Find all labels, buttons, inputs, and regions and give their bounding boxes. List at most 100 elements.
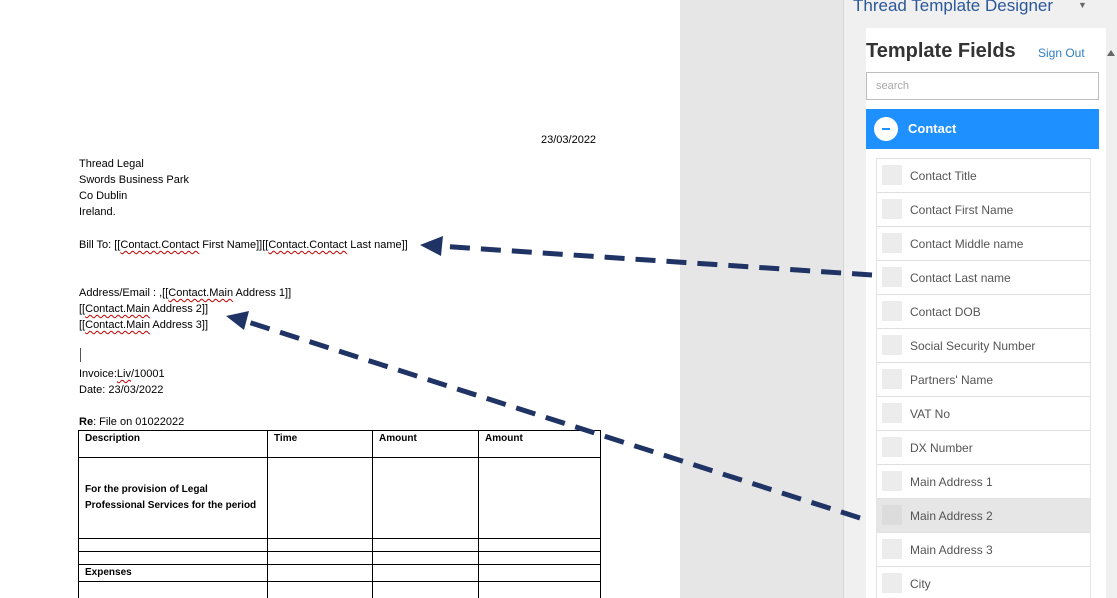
re-line: Re: File on 01022022 [79,414,184,430]
table-cell [478,564,601,582]
table-cell [372,581,479,598]
field-item-city[interactable]: City [877,566,1090,598]
field-drag-handle[interactable] [882,437,902,457]
sender-address-line-4: Ireland. [79,206,116,218]
template-fields-heading: Template Fields [866,40,1016,62]
table-cell [372,551,479,565]
field-drag-handle[interactable] [882,539,902,559]
address-line-1-token: Contact.Main [168,287,234,299]
field-label: DX Number [910,441,973,455]
contact-token-first: Contact.Contact [120,239,200,251]
re-label: Re [79,416,94,428]
bill-to-prefix: Bill To: [[ [79,239,121,251]
field-item-main-address-2[interactable]: Main Address 2 [877,498,1090,532]
table-row [78,581,601,598]
field-drag-handle[interactable] [882,505,902,525]
address-line-3-token: Contact.Main [85,319,150,331]
table-cell [78,581,268,598]
field-label: City [910,577,931,591]
table-cell [478,551,601,565]
invoice-suffix: /10001 [130,368,165,380]
document-page[interactable]: 23/03/2022 Thread Legal Swords Business … [0,0,680,598]
re-text: : File on 01022022 [93,416,185,428]
text-cursor [80,348,81,362]
address-line-3: [[Contact.Main Address 3]] [79,317,208,333]
panel-title: Thread Template Designer [853,0,1054,15]
address-line-3-suffix: Address 3]] [149,319,209,331]
field-item-social-security-number[interactable]: Social Security Number [877,328,1090,362]
field-item-vat-no[interactable]: VAT No [877,396,1090,430]
contact-group-header[interactable]: Contact [866,109,1099,149]
contact-group-label: Contact [908,121,957,136]
invoice-token: Liv [116,368,131,380]
table-cell-expenses: Expenses [78,564,268,582]
address-line-2: [[Contact.Main Address 2]] [79,301,208,317]
field-item-contact-first-name[interactable]: Contact First Name [877,192,1090,226]
field-drag-handle[interactable] [882,301,902,321]
field-drag-handle[interactable] [882,403,902,423]
table-header-cell: Description [78,430,268,458]
address-line-1: Address/Email : ,[[Contact.Main Address … [79,285,291,301]
chevron-down-icon[interactable]: ▼ [1078,0,1087,10]
minus-circle-icon[interactable] [874,117,898,141]
sender-address-line-3: Co Dublin [79,190,128,202]
panel-scrollbar[interactable] [1106,28,1114,598]
field-item-main-address-3[interactable]: Main Address 3 [877,532,1090,566]
table-cell [478,581,601,598]
bill-to-line: Bill To: [[Contact.Contact First Name]][… [79,237,408,253]
table-header-cell: Time [267,430,373,458]
table-cell [267,564,373,582]
table-cell [78,538,268,552]
document-gutter [680,0,843,598]
address-line-2-suffix: Address 2]] [149,303,209,315]
table-header-row: Description Time Amount Amount [78,430,601,458]
field-drag-handle[interactable] [882,267,902,287]
table-row [78,538,601,552]
table-cell [372,564,479,582]
field-item-partners-name[interactable]: Partners' Name [877,362,1090,396]
field-item-contact-dob[interactable]: Contact DOB [877,294,1090,328]
field-drag-handle[interactable] [882,369,902,389]
sender-address-line-1: Thread Legal [79,158,144,170]
triangle-up-icon[interactable] [1107,50,1115,56]
address-line-1-suffix: Address 1]] [233,287,292,299]
contact-token-last: Contact.Contact [268,239,348,251]
field-item-contact-middle-name[interactable]: Contact Middle name [877,226,1090,260]
invoice-prefix: Invoice: [79,368,117,380]
sender-address-line-2: Swords Business Park [79,174,190,186]
field-label: Social Security Number [910,339,1036,353]
field-label: Contact Last name [910,271,1011,285]
address-line-1-prefix: Address/Email : ,[[ [79,287,169,299]
field-drag-handle[interactable] [882,165,902,185]
template-fields-pane: Template Fields Sign Out Contact Contact… [866,28,1112,598]
field-item-main-address-1[interactable]: Main Address 1 [877,464,1090,498]
field-drag-handle[interactable] [882,573,902,593]
field-label: Main Address 2 [910,509,993,523]
table-cell [267,457,373,539]
invoice-table: Description Time Amount Amount For the p… [78,430,601,598]
table-cell [372,538,479,552]
field-label: Contact Middle name [910,237,1024,251]
field-item-contact-last-name[interactable]: Contact Last name [877,260,1090,294]
field-item-contact-title[interactable]: Contact Title [877,158,1090,192]
table-cell [478,457,601,539]
document-date: 23/03/2022 [541,134,597,146]
field-list: Contact Title Contact First Name Contact… [876,158,1091,598]
table-row: For the provision of Legal Professional … [78,457,601,539]
address-line-2-token: Contact.Main [85,303,150,315]
field-drag-handle[interactable] [882,335,902,355]
field-label: Contact Title [910,169,977,183]
field-drag-handle[interactable] [882,471,902,491]
field-drag-handle[interactable] [882,233,902,253]
bill-to-suffix: Last name]] [347,239,408,251]
sign-out-link[interactable]: Sign Out [1038,46,1085,60]
field-drag-handle[interactable] [882,199,902,219]
bill-to-middle: First Name]][[ [199,239,269,251]
table-cell [372,457,479,539]
table-cell [478,538,601,552]
field-label: VAT No [910,407,951,421]
search-input[interactable] [866,72,1099,100]
table-cell [78,551,268,565]
field-label: Main Address 1 [910,475,993,489]
field-item-dx-number[interactable]: DX Number [877,430,1090,464]
